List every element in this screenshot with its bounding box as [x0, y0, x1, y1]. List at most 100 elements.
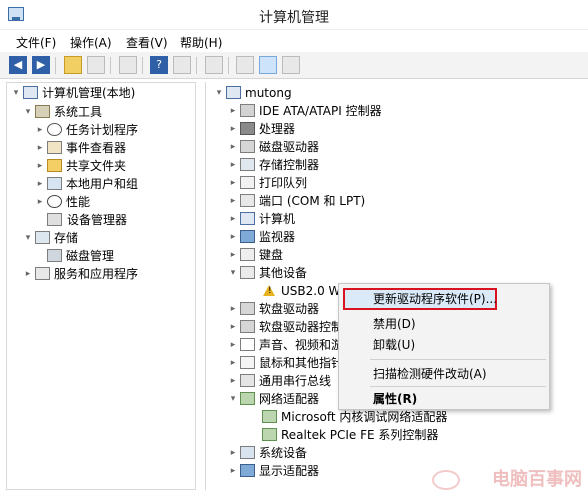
- export-list-button[interactable]: [119, 56, 137, 74]
- tree-item-event-viewer[interactable]: ▸ 事件查看器: [35, 139, 126, 157]
- update-driver-toolbar-button[interactable]: [236, 56, 254, 74]
- expand-arrow-icon[interactable]: ▸: [228, 102, 238, 120]
- expand-arrow-icon[interactable]: ▸: [228, 192, 238, 210]
- device-category-label: 监视器: [259, 230, 296, 244]
- expand-arrow-icon[interactable]: ▸: [228, 210, 238, 228]
- expand-arrow-icon[interactable]: ▸: [228, 354, 238, 372]
- device-network-adapter-realtek[interactable]: Realtek PCIe FE 系列控制器: [250, 426, 438, 444]
- expand-arrow-icon[interactable]: ▸: [228, 318, 238, 336]
- tree-item-storage[interactable]: ▾ 存储: [23, 229, 78, 247]
- tree-item-system-tools[interactable]: ▾ 系统工具: [23, 103, 102, 121]
- menu-help[interactable]: 帮助(H): [180, 34, 222, 51]
- collapse-arrow-icon[interactable]: ▾: [214, 84, 224, 102]
- device-category-other-devices[interactable]: ▾ 其他设备: [228, 264, 307, 282]
- device-category-ide[interactable]: ▸ IDE ATA/ATAPI 控制器: [228, 102, 382, 120]
- expand-arrow-icon[interactable]: ▸: [35, 121, 45, 139]
- expand-arrow-icon[interactable]: ▸: [228, 300, 238, 318]
- floppy-drive-icon: [240, 302, 255, 315]
- context-menu-uninstall[interactable]: 卸载(U): [339, 334, 549, 356]
- collapse-arrow-icon[interactable]: ▾: [228, 264, 238, 282]
- context-menu-update-driver[interactable]: 更新驱动程序软件(P)...: [339, 288, 549, 310]
- collapse-arrow-icon[interactable]: ▾: [23, 229, 33, 247]
- device-usb2-w[interactable]: USB2.0 W: [250, 282, 340, 300]
- expand-arrow-icon[interactable]: ▸: [35, 157, 45, 175]
- device-category-system-devices[interactable]: ▸ 系统设备: [228, 444, 307, 462]
- enable-device-toolbar-button[interactable]: [282, 56, 300, 74]
- site-watermark: 电脑百事网: [432, 464, 582, 496]
- collapse-arrow-icon[interactable]: ▾: [11, 84, 21, 102]
- device-label: Realtek PCIe FE 系列控制器: [281, 428, 439, 442]
- tree-item-services-apps[interactable]: ▸ 服务和应用程序: [23, 265, 138, 283]
- up-level-button[interactable]: [64, 56, 82, 74]
- collapse-arrow-icon[interactable]: ▾: [23, 103, 33, 121]
- expand-arrow-icon[interactable]: ▸: [228, 444, 238, 462]
- console-tree-pane: ▾ 计算机管理(本地) ▾ 系统工具 ▸ 任务计划程序 ▸ 事件查看器 ▸ 共享文件夹 ▸…: [6, 82, 196, 490]
- display-adapter-icon: [240, 464, 255, 477]
- device-category-display-adapters[interactable]: ▸ 显示适配器: [228, 462, 319, 480]
- other-devices-icon: [240, 266, 255, 279]
- device-root-mutong[interactable]: ▾ mutong: [214, 84, 292, 102]
- expand-arrow-icon[interactable]: ▸: [35, 193, 45, 211]
- menu-file[interactable]: 文件(F): [16, 34, 56, 51]
- expand-arrow-icon[interactable]: ▸: [35, 175, 45, 193]
- device-category-ports[interactable]: ▸ 端口 (COM 和 LPT): [228, 192, 365, 210]
- device-category-storage-controller[interactable]: ▸ 存储控制器: [228, 156, 319, 174]
- warning-icon: [262, 284, 277, 297]
- tree-item-task-scheduler[interactable]: ▸ 任务计划程序: [35, 121, 138, 139]
- device-category-label: 存储控制器: [259, 158, 320, 172]
- help-button[interactable]: ?: [150, 56, 168, 74]
- device-category-label: 鼠标和其他指针: [259, 356, 344, 370]
- tree-item-computer-management[interactable]: ▾ 计算机管理(本地): [11, 84, 135, 102]
- device-category-sound[interactable]: ▸ 声音、视频和游: [228, 336, 343, 354]
- device-category-processor[interactable]: ▸ 处理器: [228, 120, 295, 138]
- forward-button[interactable]: ▶: [32, 56, 50, 74]
- processor-icon: [240, 122, 255, 135]
- context-menu-properties[interactable]: 属性(R): [339, 388, 549, 410]
- menu-view[interactable]: 查看(V): [126, 34, 168, 51]
- device-category-computer[interactable]: ▸ 计算机: [228, 210, 295, 228]
- tree-item-device-manager[interactable]: 设备管理器: [35, 211, 129, 229]
- forward-icon: ▶: [36, 58, 46, 71]
- scan-hardware-button[interactable]: [205, 56, 223, 74]
- device-category-keyboard[interactable]: ▸ 键盘: [228, 246, 283, 264]
- device-category-disk-drive[interactable]: ▸ 磁盘驱动器: [228, 138, 319, 156]
- collapse-arrow-icon[interactable]: ▾: [228, 390, 238, 408]
- tree-item-local-users-groups[interactable]: ▸ 本地用户和组: [35, 175, 138, 193]
- device-category-print-queue[interactable]: ▸ 打印队列: [228, 174, 307, 192]
- expand-arrow-icon[interactable]: ▸: [23, 265, 33, 283]
- device-category-floppy-controller[interactable]: ▸ 软盘驱动器控制: [228, 318, 343, 336]
- context-menu-separator: [370, 386, 546, 387]
- show-hide-console-tree-button[interactable]: [87, 56, 105, 74]
- expand-arrow-icon[interactable]: ▸: [228, 372, 238, 390]
- device-category-mouse[interactable]: ▸ 鼠标和其他指针: [228, 354, 343, 372]
- menu-action[interactable]: 操作(A): [70, 34, 112, 51]
- tree-item-label: 服务和应用程序: [54, 267, 139, 281]
- context-menu-disable[interactable]: 禁用(D): [339, 313, 549, 335]
- tree-item-shared-folders[interactable]: ▸ 共享文件夹: [35, 157, 126, 175]
- device-category-monitor[interactable]: ▸ 监视器: [228, 228, 295, 246]
- expand-arrow-icon[interactable]: ▸: [228, 120, 238, 138]
- context-menu-item-label: 禁用(D): [373, 317, 416, 331]
- expand-arrow-icon[interactable]: ▸: [35, 139, 45, 157]
- uninstall-device-toolbar-button[interactable]: [259, 56, 277, 74]
- expand-arrow-icon[interactable]: ▸: [228, 138, 238, 156]
- expand-arrow-icon[interactable]: ▸: [228, 336, 238, 354]
- expand-arrow-icon[interactable]: ▸: [228, 228, 238, 246]
- toolbar-separator: [110, 57, 111, 74]
- tree-item-disk-management[interactable]: 磁盘管理: [35, 247, 114, 265]
- show-action-pane-button[interactable]: [173, 56, 191, 74]
- device-category-floppy-drive[interactable]: ▸ 软盘驱动器: [228, 300, 319, 318]
- context-menu-item-label: 属性(R): [373, 392, 418, 406]
- tree-item-performance[interactable]: ▸ 性能: [35, 193, 90, 211]
- expand-arrow-icon[interactable]: ▸: [228, 156, 238, 174]
- expand-arrow-icon[interactable]: ▸: [228, 246, 238, 264]
- printer-icon: [240, 176, 255, 189]
- device-network-adapter-kernel-debug[interactable]: Microsoft 内核调试网络适配器: [250, 408, 447, 426]
- expand-arrow-icon[interactable]: ▸: [228, 174, 238, 192]
- back-button[interactable]: ◀: [9, 56, 27, 74]
- context-menu-scan-hardware[interactable]: 扫描检测硬件改动(A): [339, 363, 549, 385]
- expand-arrow-icon[interactable]: ▸: [228, 462, 238, 480]
- device-category-usb[interactable]: ▸ 通用串行总线: [228, 372, 331, 390]
- tree-item-label: 磁盘管理: [66, 249, 115, 263]
- device-category-network-adapters[interactable]: ▾ 网络适配器: [228, 390, 319, 408]
